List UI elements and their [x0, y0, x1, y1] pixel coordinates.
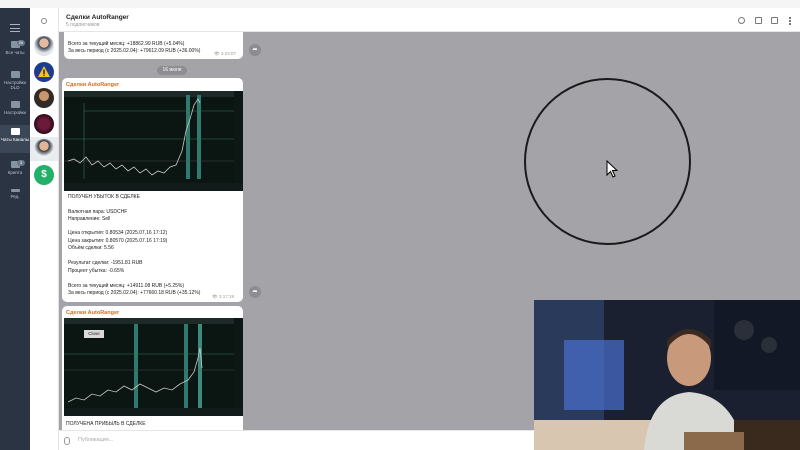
close-price: Цена закрытия: 0.80570 (2025.07.16 17:19… [68, 238, 168, 244]
folder-all-chats[interactable]: 26 Все чаты [0, 38, 30, 64]
view-count: 3 [218, 294, 222, 299]
folder-label: Настройки DLD [3, 80, 27, 90]
folder-label: Ред. [10, 194, 20, 199]
period-total: За весь период (с 2025.02.04): +77660.18… [68, 290, 201, 296]
chart-close-button[interactable]: Close [84, 330, 104, 338]
folder-label: Все чаты [5, 50, 25, 55]
message-text: Всего за текущий месяц: +18862.99 RUB (+… [68, 41, 185, 47]
attach-icon[interactable] [64, 437, 70, 445]
sidebar-toggle-icon[interactable] [771, 17, 778, 24]
month-total: Всего за текущий месяц: +14911.08 RUB (+… [68, 283, 185, 289]
trade-direction: Направление: Sell [68, 216, 111, 222]
folder-icon [10, 101, 20, 108]
more-icon[interactable] [789, 17, 791, 25]
folder-dld-settings[interactable]: Настройки DLD [0, 68, 30, 94]
folder-label: Настройки [3, 110, 27, 115]
folder-sidebar: 26 Все чаты Настройки DLD Настройки Чаты… [0, 8, 30, 450]
chat-list: $ [30, 8, 59, 450]
date-separator: 16 июля [157, 66, 187, 75]
message-title: ПОЛУЧЕНА ПРИБЫЛЬ В СДЕЛКЕ [66, 421, 146, 427]
telegram-window: 26 Все чаты Настройки DLD Настройки Чаты… [0, 0, 800, 450]
forward-icon[interactable]: ➦ [249, 286, 261, 298]
folder-icon [10, 71, 20, 78]
folder-badge: 26 [17, 40, 25, 46]
subscriber-count: 5 подписчиков [66, 22, 100, 28]
currency-pair: Валютная пара: USDCHF [68, 209, 128, 215]
loss-percent: Процент убытка: -0.65% [68, 268, 125, 274]
chart-image[interactable] [64, 91, 243, 191]
message-body: ПОЛУЧЕН УБЫТОК В СДЕЛКЕ Валютная пара: U… [62, 192, 243, 302]
trade-result: Результат сделки: -1951.81 RUB [68, 260, 143, 266]
eye-icon: 👁 [214, 51, 220, 56]
chat-avatar[interactable] [34, 139, 54, 159]
sliders-icon [10, 189, 20, 192]
channel-title[interactable]: Сделки AutoRanger [66, 14, 129, 21]
message-time: 17:19 [222, 294, 235, 299]
webcam-video [534, 300, 800, 450]
folder-label: Крипта [7, 170, 23, 175]
folder-settings[interactable]: Настройки [0, 98, 30, 124]
folder-chats-channels[interactable]: Чаты Каналы [0, 125, 30, 153]
sender-name[interactable]: Сделки AutoRanger [66, 82, 119, 88]
comments-icon[interactable] [755, 17, 762, 24]
folder-icon [10, 128, 20, 135]
search-icon[interactable] [738, 17, 745, 24]
message-composer: Публикация... [59, 430, 534, 450]
folder-crypto[interactable]: 3 Крипта [0, 158, 30, 184]
cursor-icon [606, 160, 618, 178]
view-count: 3 [220, 51, 224, 56]
search-icon[interactable] [41, 18, 47, 24]
sender-name[interactable]: Сделки AutoRanger [66, 310, 119, 316]
message-meta: 👁 3 17:19 [212, 294, 234, 300]
webcam-overlay [534, 300, 800, 450]
chat-avatar[interactable] [34, 36, 54, 56]
eye-icon: 👁 [212, 294, 218, 299]
message-title: ПОЛУЧЕН УБЫТОК В СДЕЛКЕ [68, 194, 140, 200]
window-top-bar [0, 0, 800, 8]
candlestick-chart [64, 91, 243, 191]
message-time: 23:07 [224, 51, 237, 56]
chat-header: Сделки AutoRanger 5 подписчиков [59, 8, 800, 32]
message-meta: 👁 3 23:07 [214, 51, 236, 57]
chat-avatar[interactable] [34, 114, 54, 134]
chat-avatar[interactable] [34, 62, 54, 82]
message-text: За весь период (с 2025.02.04): +79612.09… [68, 48, 201, 54]
message-bubble[interactable]: Всего за текущий месяц: +18862.99 RUB (+… [64, 32, 243, 59]
chat-avatar[interactable] [34, 88, 54, 108]
menu-icon[interactable] [10, 24, 20, 32]
warning-icon [38, 66, 50, 77]
composer-input[interactable]: Публикация... [78, 437, 113, 443]
chart-image[interactable]: Close [64, 318, 243, 416]
chat-avatar[interactable]: $ [34, 165, 54, 185]
folder-label: Чаты Каналы [1, 137, 29, 142]
folder-edit[interactable]: Ред. [0, 184, 30, 210]
forward-icon[interactable]: ➦ [249, 44, 261, 56]
folder-badge: 3 [17, 160, 25, 166]
open-price: Цена открытия: 0.80534 (2025.07.16 17:12… [68, 230, 168, 236]
trade-volume: Объём сделки: 5.56 [68, 245, 114, 251]
